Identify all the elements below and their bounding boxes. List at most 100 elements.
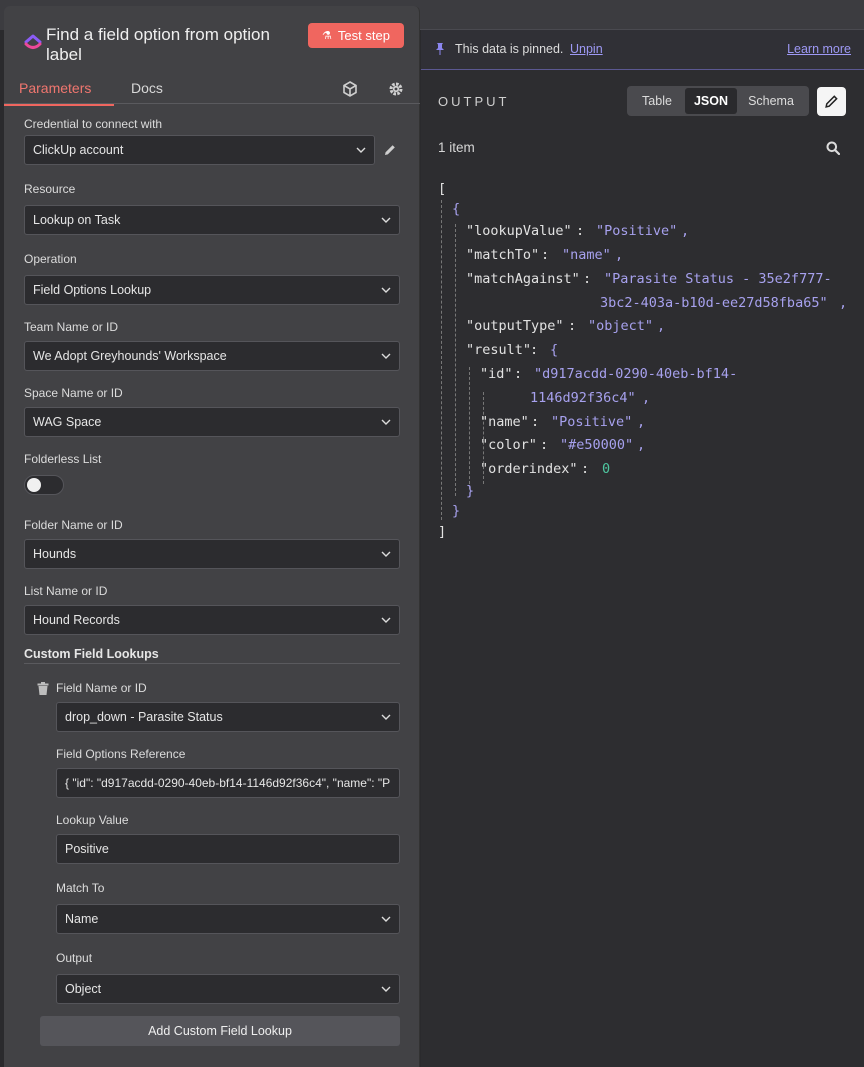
indent-guide xyxy=(441,200,442,520)
credential-select[interactable]: ClickUp account xyxy=(24,135,375,165)
pencil-icon[interactable] xyxy=(383,143,397,157)
output-value: Object xyxy=(65,982,102,996)
json-string: "object" xyxy=(588,318,654,334)
chevron-down-icon xyxy=(381,353,391,359)
cube-icon[interactable] xyxy=(342,81,358,97)
credential-label: Credential to connect with xyxy=(24,117,163,131)
json-string-cont: 1146d92f36c4" xyxy=(530,390,636,406)
field-name-value: drop_down - Parasite Status xyxy=(65,710,223,724)
resource-value: Lookup on Task xyxy=(33,213,121,227)
credential-value: ClickUp account xyxy=(33,143,124,157)
learn-more-link[interactable]: Learn more xyxy=(787,42,851,56)
json-open-bracket: [ xyxy=(438,181,447,197)
json-comma: , xyxy=(681,223,690,239)
clickup-logo-icon xyxy=(24,34,42,49)
operation-value: Field Options Lookup xyxy=(33,283,152,297)
operation-label: Operation xyxy=(24,252,77,266)
json-key: "id" xyxy=(480,366,513,382)
test-step-button[interactable]: ⚗ Test step xyxy=(308,23,404,48)
view-switcher: Table JSON Schema xyxy=(627,86,809,116)
node-parameters-panel: Find a field option from option label ⚗ … xyxy=(3,6,420,1067)
edit-output-button[interactable] xyxy=(817,87,846,116)
json-colon: : xyxy=(576,223,585,239)
match-to-value: Name xyxy=(65,912,99,926)
json-close-brace: } xyxy=(452,503,461,519)
json-colon: : xyxy=(530,342,539,358)
match-to-label: Match To xyxy=(56,881,105,895)
team-value: We Adopt Greyhounds' Workspace xyxy=(33,349,227,363)
pencil-icon xyxy=(825,95,838,108)
folderless-label: Folderless List xyxy=(24,452,102,466)
json-string-cont: 3bc2-403a-b10d-ee27d58fba65" xyxy=(600,295,828,311)
chevron-down-icon xyxy=(381,551,391,557)
tab-parameters[interactable]: Parameters xyxy=(3,80,115,106)
list-select[interactable]: Hound Records xyxy=(24,605,400,635)
add-custom-field-lookup-button[interactable]: Add Custom Field Lookup xyxy=(40,1016,400,1046)
folder-label: Folder Name or ID xyxy=(24,518,123,532)
chevron-down-icon xyxy=(356,147,366,153)
lookup-value-text: Positive xyxy=(65,842,109,856)
gear-icon[interactable] xyxy=(388,81,404,97)
unpin-link[interactable]: Unpin xyxy=(570,42,603,56)
json-colon: : xyxy=(581,461,590,477)
json-colon: : xyxy=(583,271,592,287)
list-value: Hound Records xyxy=(33,613,120,627)
json-open-brace: { xyxy=(550,342,559,358)
field-name-select[interactable]: drop_down - Parasite Status xyxy=(56,702,400,732)
output-select[interactable]: Object xyxy=(56,974,400,1004)
json-string: "Parasite Status - 35e2f777- xyxy=(604,271,832,287)
json-number: 0 xyxy=(602,461,611,477)
json-colon: : xyxy=(541,247,550,263)
node-title: Find a field option from option label xyxy=(46,25,270,64)
json-string: "d917acdd-0290-40eb-bf14- xyxy=(534,366,738,382)
space-select[interactable]: WAG Space xyxy=(24,407,400,437)
json-key: "name" xyxy=(480,414,529,430)
options-reference-label: Field Options Reference xyxy=(56,747,186,761)
json-string: "#e50000" xyxy=(560,437,634,453)
space-label: Space Name or ID xyxy=(24,386,123,400)
test-step-label: Test step xyxy=(337,28,390,43)
view-schema[interactable]: Schema xyxy=(737,88,805,114)
custom-field-lookups-title: Custom Field Lookups xyxy=(24,647,159,661)
chevron-down-icon xyxy=(381,287,391,293)
json-string: "name" xyxy=(562,247,611,263)
trash-icon[interactable] xyxy=(37,682,49,695)
chevron-down-icon xyxy=(381,419,391,425)
folder-select[interactable]: Hounds xyxy=(24,539,400,569)
output-heading: OUTPUT xyxy=(438,94,510,109)
list-label: List Name or ID xyxy=(24,584,108,598)
pin-message: This data is pinned. xyxy=(455,42,564,56)
operation-select[interactable]: Field Options Lookup xyxy=(24,275,400,305)
view-table[interactable]: Table xyxy=(629,88,685,114)
flask-icon: ⚗ xyxy=(322,30,332,42)
json-key: "lookupValue" xyxy=(466,223,572,239)
options-reference-input[interactable]: { "id": "d917acdd-0290-40eb-bf14-1146d92… xyxy=(56,768,400,798)
tab-docs[interactable]: Docs xyxy=(131,80,163,96)
options-reference-value: { "id": "d917acdd-0290-40eb-bf14-1146d92… xyxy=(65,776,391,790)
chevron-down-icon xyxy=(381,916,391,922)
output-label: Output xyxy=(56,951,93,965)
lookup-value-label: Lookup Value xyxy=(56,813,129,827)
json-comma: , xyxy=(839,295,848,311)
lookup-value-input[interactable]: Positive xyxy=(56,834,400,864)
json-colon: : xyxy=(531,414,540,430)
view-json[interactable]: JSON xyxy=(685,88,737,114)
chevron-down-icon xyxy=(381,617,391,623)
chevron-down-icon xyxy=(381,986,391,992)
team-select[interactable]: We Adopt Greyhounds' Workspace xyxy=(24,341,400,371)
item-count: 1 item xyxy=(438,140,475,155)
resource-select[interactable]: Lookup on Task xyxy=(24,205,400,235)
json-close-brace: } xyxy=(466,483,475,499)
json-colon: : xyxy=(514,366,523,382)
json-close-bracket: ] xyxy=(438,524,447,540)
json-string: "Positive" xyxy=(596,223,678,239)
team-label: Team Name or ID xyxy=(24,320,119,334)
space-value: WAG Space xyxy=(33,415,102,429)
search-icon[interactable] xyxy=(826,141,840,155)
output-panel: This data is pinned. Unpin Learn more OU… xyxy=(421,30,864,1067)
json-comma: , xyxy=(637,414,646,430)
chevron-down-icon xyxy=(381,714,391,720)
folderless-toggle[interactable] xyxy=(24,475,64,495)
match-to-select[interactable]: Name xyxy=(56,904,400,934)
json-string: "Positive" xyxy=(551,414,633,430)
